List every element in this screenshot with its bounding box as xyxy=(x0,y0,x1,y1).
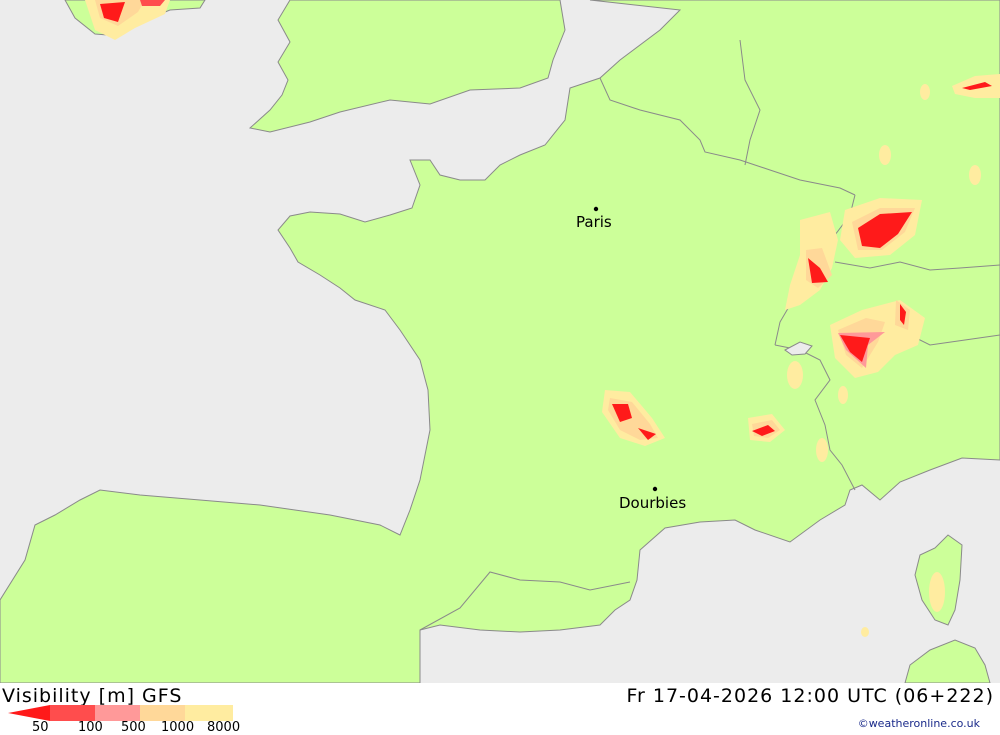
map-footer: Visibility [m] GFS Fr 17-04-2026 12:00 U… xyxy=(0,683,1000,735)
forecast-datetime: Fr 17-04-2026 12:00 UTC (06+222) xyxy=(626,685,994,707)
credit-link[interactable]: ©weatheronline.co.uk xyxy=(858,717,980,730)
legend-swatch-100 xyxy=(50,705,95,721)
map-title: Visibility [m] GFS xyxy=(2,685,183,707)
legend-swatch-50 xyxy=(8,705,50,721)
legend-colorbar xyxy=(8,705,233,721)
visibility-map[interactable]: Paris Dourbies xyxy=(0,0,1000,684)
city-label-dourbies: Dourbies xyxy=(619,494,686,512)
city-label-paris: Paris xyxy=(576,213,612,231)
legend-swatch-8000 xyxy=(185,705,233,721)
legend-swatch-500 xyxy=(95,705,140,721)
legend-swatch-1000 xyxy=(140,705,185,721)
